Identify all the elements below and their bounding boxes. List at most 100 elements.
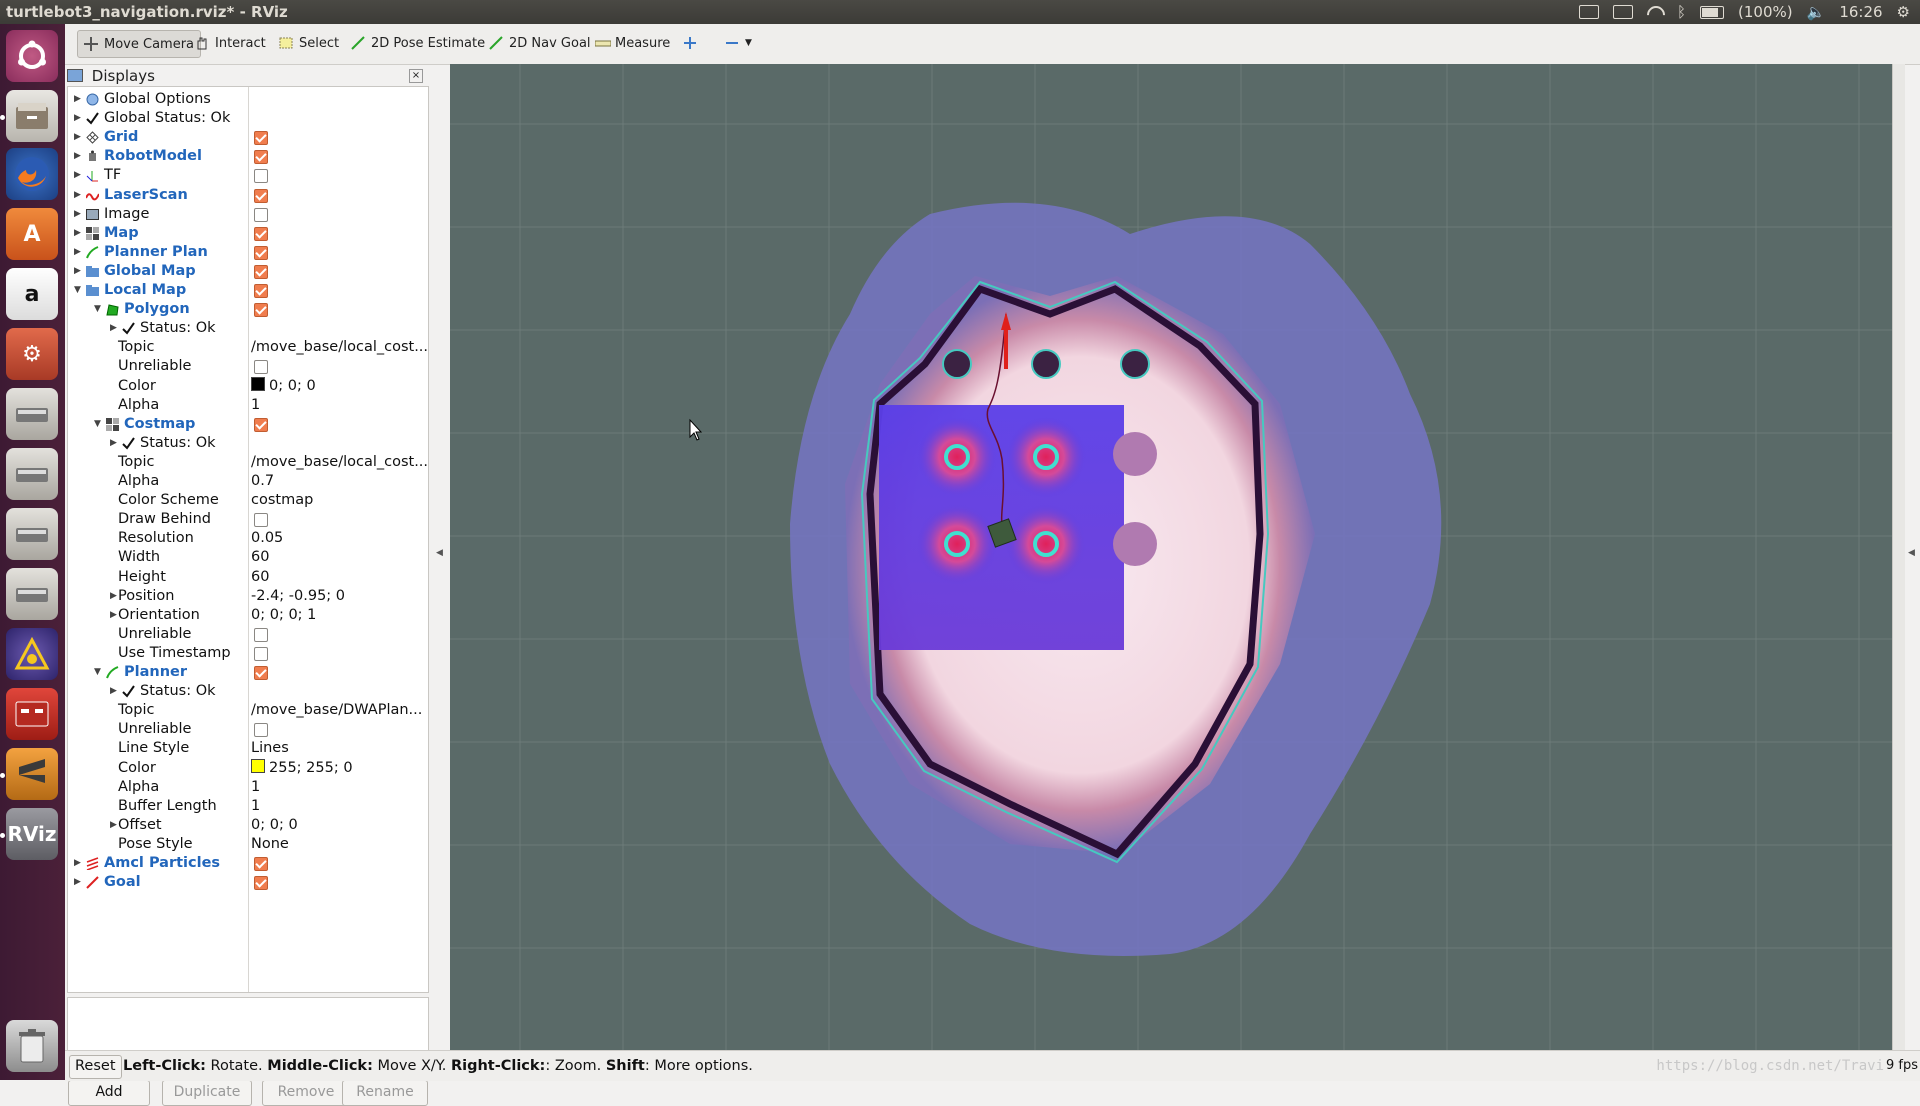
tree-row[interactable]: Line Style Lines bbox=[68, 739, 428, 758]
enable-checkbox[interactable] bbox=[254, 360, 268, 375]
trash-icon[interactable] bbox=[6, 1020, 58, 1072]
property-value[interactable]: None bbox=[251, 835, 289, 854]
expanded-arrow-icon[interactable]: ▼ bbox=[94, 415, 104, 434]
tree-row[interactable]: ▼ Polygon bbox=[68, 300, 428, 319]
amazon-icon[interactable]: a bbox=[6, 268, 58, 320]
input-method-icon[interactable] bbox=[1613, 5, 1634, 19]
tree-row[interactable]: Resolution 0.05 bbox=[68, 529, 428, 548]
collapsed-arrow-icon[interactable]: ▶ bbox=[74, 854, 84, 873]
tree-row[interactable]: Topic/move_base/local_cost... bbox=[68, 338, 428, 357]
tree-row[interactable]: ▶ RobotModel bbox=[68, 147, 428, 166]
expanded-arrow-icon[interactable]: ▼ bbox=[74, 281, 84, 300]
add-button[interactable]: Add bbox=[68, 1080, 150, 1106]
tree-row[interactable]: ▶ Global Options bbox=[68, 90, 428, 109]
collapsed-arrow-icon[interactable]: ▶ bbox=[74, 90, 84, 109]
enable-checkbox[interactable] bbox=[254, 188, 268, 203]
collapsed-arrow-icon[interactable]: ▶ bbox=[110, 319, 120, 338]
enable-checkbox[interactable] bbox=[254, 417, 268, 432]
render-viewport[interactable] bbox=[450, 64, 1905, 1050]
tree-row[interactable]: ▶ Status: Ok bbox=[68, 319, 428, 338]
tree-row[interactable]: Topic/move_base/local_cost... bbox=[68, 453, 428, 472]
tool-2d-nav-goal[interactable]: 2D Nav Goal bbox=[483, 30, 597, 56]
expanded-arrow-icon[interactable]: ▼ bbox=[94, 300, 104, 319]
drive-icon[interactable] bbox=[6, 448, 58, 500]
enable-checkbox[interactable] bbox=[254, 513, 268, 528]
tool-move-camera[interactable]: Move Camera bbox=[77, 30, 202, 58]
reset-button[interactable]: Reset bbox=[69, 1055, 122, 1079]
software-center-icon[interactable]: A bbox=[6, 208, 58, 260]
tree-row[interactable]: ▼ Local Map bbox=[68, 281, 428, 300]
tree-row[interactable]: Height 60 bbox=[68, 568, 428, 587]
property-value[interactable]: 0; 0; 0; 1 bbox=[251, 606, 316, 625]
enable-checkbox[interactable] bbox=[254, 284, 268, 298]
tool-select[interactable]: Select bbox=[273, 30, 345, 56]
tree-row[interactable]: Unreliable bbox=[68, 625, 428, 644]
ubuntu-dash-icon[interactable] bbox=[6, 30, 58, 82]
property-value[interactable]: /move_base/local_cost... bbox=[251, 453, 428, 472]
tree-row[interactable]: Color 255; 255; 0 bbox=[68, 758, 428, 778]
close-panel-icon[interactable]: × bbox=[409, 69, 423, 83]
enable-checkbox[interactable] bbox=[254, 245, 268, 260]
terminal-red-icon[interactable] bbox=[6, 688, 58, 740]
wifi-icon[interactable] bbox=[1647, 6, 1663, 18]
property-value[interactable]: 0.05 bbox=[251, 529, 283, 548]
enable-checkbox[interactable] bbox=[254, 857, 268, 871]
tool-interact[interactable]: Interact bbox=[189, 30, 272, 56]
drive-icon[interactable] bbox=[6, 508, 58, 560]
enable-checkbox[interactable] bbox=[254, 169, 268, 184]
enable-checkbox[interactable] bbox=[254, 646, 268, 661]
property-value[interactable]: 255; 255; 0 bbox=[251, 758, 353, 778]
tree-row[interactable]: Use Timestamp bbox=[68, 644, 428, 663]
bluetooth-icon[interactable]: ᛒ bbox=[1677, 0, 1686, 24]
tree-row[interactable]: ▶ Offset 0; 0; 0 bbox=[68, 816, 428, 835]
enable-checkbox[interactable] bbox=[254, 226, 268, 241]
viewport-scrollbar[interactable] bbox=[1892, 64, 1905, 1050]
map-render[interactable] bbox=[450, 64, 1905, 1050]
duplicate-button[interactable]: Duplicate bbox=[162, 1080, 252, 1106]
color-swatch[interactable] bbox=[251, 758, 265, 773]
property-value[interactable]: 0.7 bbox=[251, 472, 274, 491]
add-tool-button[interactable] bbox=[677, 30, 703, 56]
collapsed-arrow-icon[interactable]: ▶ bbox=[110, 434, 120, 453]
property-value[interactable]: 60 bbox=[251, 568, 269, 587]
enable-checkbox[interactable] bbox=[254, 150, 268, 165]
tree-row[interactable]: ▶ Global Status: Ok bbox=[68, 109, 428, 128]
tree-row[interactable]: ▶ Global Map bbox=[68, 262, 428, 281]
tree-row[interactable]: ▼ Planner bbox=[68, 663, 428, 682]
enable-checkbox[interactable] bbox=[254, 666, 268, 680]
property-value[interactable]: costmap bbox=[251, 491, 313, 510]
tree-row[interactable]: ▶ Map bbox=[68, 224, 428, 243]
power-gear-icon[interactable]: ⚙ bbox=[1897, 0, 1910, 24]
panel-collapse-handle-right[interactable]: ◀ bbox=[1908, 548, 1915, 558]
property-value[interactable]: /move_base/DWAPlan... bbox=[251, 701, 422, 720]
property-value[interactable]: 0; 0; 0 bbox=[251, 816, 298, 835]
collapsed-arrow-icon[interactable]: ▶ bbox=[74, 224, 84, 243]
tree-row[interactable]: Unreliable bbox=[68, 357, 428, 376]
files-icon[interactable] bbox=[6, 90, 58, 142]
enable-checkbox[interactable] bbox=[254, 723, 268, 738]
system-settings-icon[interactable]: ⚙ bbox=[6, 328, 58, 380]
tree-row[interactable]: ▶ Orientation 0; 0; 0; 1 bbox=[68, 606, 428, 625]
collapsed-arrow-icon[interactable]: ▶ bbox=[110, 682, 120, 701]
battery-icon[interactable] bbox=[1700, 5, 1725, 19]
property-value[interactable]: 1 bbox=[251, 396, 260, 415]
remove-button[interactable]: Remove bbox=[262, 1080, 350, 1106]
panel-collapse-handle[interactable]: ◀ bbox=[436, 548, 443, 558]
tree-row[interactable]: ▶ Status: Ok bbox=[68, 682, 428, 701]
drive-icon[interactable] bbox=[6, 568, 58, 620]
collapsed-arrow-icon[interactable]: ▶ bbox=[74, 205, 84, 224]
collapsed-arrow-icon[interactable]: ▶ bbox=[74, 147, 84, 166]
tree-row[interactable]: ▶ Planner Plan bbox=[68, 243, 428, 262]
sublime-text-icon[interactable] bbox=[6, 748, 58, 800]
tree-row[interactable]: ▶ LaserScan bbox=[68, 186, 428, 205]
collapsed-arrow-icon[interactable]: ▶ bbox=[74, 128, 84, 147]
tree-row[interactable]: ▶ Position -2.4; -0.95; 0 bbox=[68, 587, 428, 606]
drive-icon[interactable] bbox=[6, 388, 58, 440]
tool-measure[interactable]: Measure bbox=[589, 30, 676, 56]
expanded-arrow-icon[interactable]: ▼ bbox=[94, 663, 104, 682]
tree-row[interactable]: Topic/move_base/DWAPlan... bbox=[68, 701, 428, 720]
property-value[interactable]: /move_base/local_cost... bbox=[251, 338, 428, 357]
tree-row[interactable]: ▶ Amcl Particles bbox=[68, 854, 428, 873]
tree-row[interactable]: Color Scheme costmap bbox=[68, 491, 428, 510]
tree-row[interactable]: ▶ TF bbox=[68, 166, 428, 185]
